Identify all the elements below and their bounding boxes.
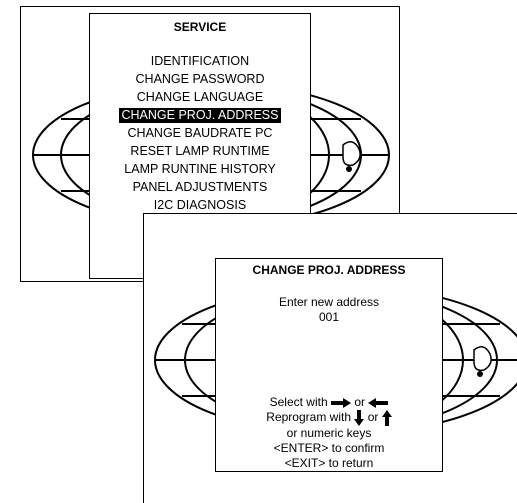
exit-hint: <EXIT> to return [284, 456, 374, 470]
arrow-down-icon [354, 410, 365, 426]
address-screen: CHANGE PROJ. ADDRESS Enter new address 0… [143, 213, 517, 503]
reprogram-hint-or: or [367, 410, 379, 425]
numeric-keys-hint: or numeric keys [286, 426, 372, 440]
menu-item-change-baudrate-pc[interactable]: CHANGE BAUDRATE PC [128, 126, 273, 140]
service-menu-title: SERVICE [173, 20, 227, 34]
menu-item-change-language[interactable]: CHANGE LANGUAGE [137, 90, 263, 104]
reprogram-hint: Reprogram with or [216, 410, 442, 426]
address-dialog: CHANGE PROJ. ADDRESS Enter new address 0… [215, 258, 443, 472]
menu-item-reset-lamp-runtime[interactable]: RESET LAMP RUNTIME [130, 144, 269, 158]
menu-item-identification[interactable]: IDENTIFICATION [151, 54, 249, 68]
service-menu-list: IDENTIFICATION CHANGE PASSWORD CHANGE LA… [90, 52, 310, 214]
arrow-right-icon [331, 397, 351, 408]
arrow-up-icon [381, 410, 392, 426]
select-hint: Select with or [216, 395, 442, 410]
arrow-left-icon [368, 397, 389, 408]
menu-item-panel-adjustments[interactable]: PANEL ADJUSTMENTS [133, 180, 268, 194]
menu-item-lamp-runtine-history[interactable]: LAMP RUNTINE HISTORY [124, 162, 275, 176]
address-prompt: Enter new address [278, 295, 380, 309]
menu-item-i2c-diagnosis[interactable]: I2C DIAGNOSIS [154, 198, 246, 212]
menu-item-change-password[interactable]: CHANGE PASSWORD [136, 72, 265, 86]
address-dialog-title: CHANGE PROJ. ADDRESS [252, 263, 406, 277]
select-hint-prefix: Select with [269, 395, 328, 409]
reprogram-hint-prefix: Reprogram with [266, 410, 351, 425]
select-hint-or: or [354, 395, 366, 409]
menu-item-change-proj-address[interactable]: CHANGE PROJ. ADDRESS [118, 108, 282, 123]
enter-hint: <ENTER> to confirm [273, 441, 385, 455]
address-value[interactable]: 001 [216, 310, 442, 325]
